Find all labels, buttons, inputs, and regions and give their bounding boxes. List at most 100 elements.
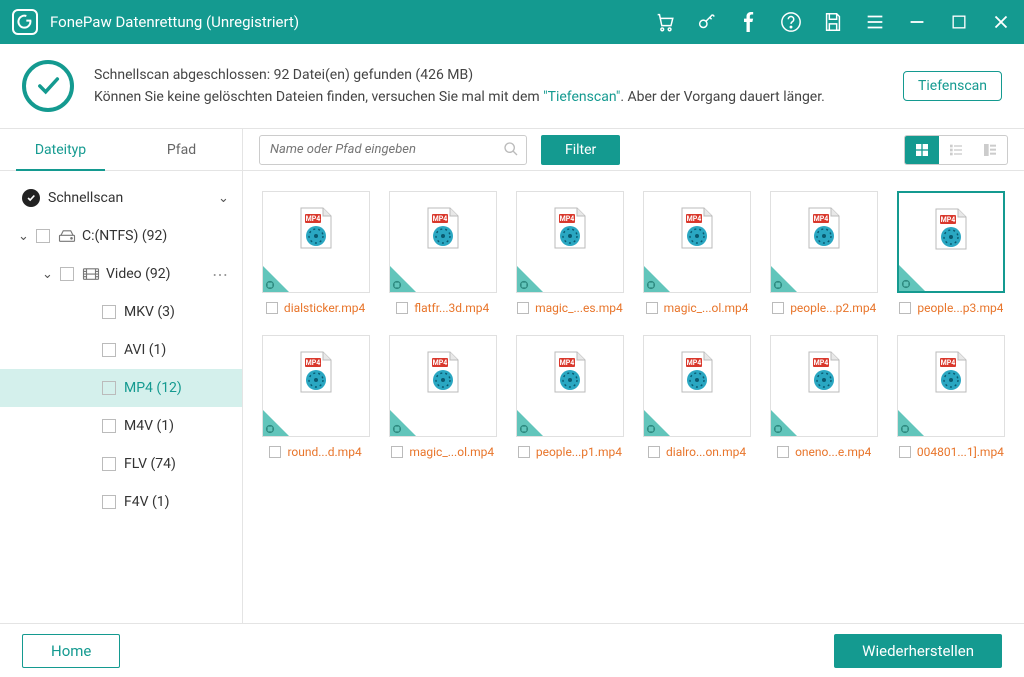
footer: Home Wiederherstellen	[0, 623, 1024, 677]
chevron-down-icon[interactable]: ⌄	[218, 191, 232, 206]
deep-scan-button[interactable]: Tiefenscan	[903, 71, 1002, 101]
tree: Schnellscan ⌄ ⌄ C:(NTFS) (92) ⌄ Video (9…	[0, 171, 242, 529]
tree-drive[interactable]: ⌄ C:(NTFS) (92)	[0, 217, 242, 255]
mp4-file-icon: MP4	[930, 207, 972, 255]
mp4-file-icon: MP4	[422, 350, 464, 398]
checkbox[interactable]	[102, 343, 116, 357]
close-icon[interactable]	[990, 11, 1012, 33]
chevron-down-icon[interactable]: ⌄	[18, 229, 32, 244]
file-checkbox[interactable]	[648, 446, 660, 458]
file-checkbox[interactable]	[772, 302, 784, 314]
chevron-down-icon[interactable]: ⌄	[42, 267, 56, 282]
file-thumbnail[interactable]: MP4	[897, 191, 1005, 293]
file-checkbox[interactable]	[899, 446, 911, 458]
tree-video[interactable]: ⌄ Video (92) ⋯	[0, 255, 242, 293]
file-name[interactable]: people...p1.mp4	[536, 445, 622, 459]
svg-text:MP4: MP4	[560, 359, 575, 367]
file-checkbox[interactable]	[517, 302, 529, 314]
checkbox[interactable]	[36, 229, 50, 243]
app-title: FonePaw Datenrettung (Unregistriert)	[50, 13, 299, 31]
checkbox[interactable]	[102, 457, 116, 471]
checkbox[interactable]	[60, 267, 74, 281]
tree-leaf-flv[interactable]: FLV (74)	[0, 445, 242, 483]
mp4-file-icon: MP4	[549, 350, 591, 398]
file-thumbnail[interactable]: MP4	[770, 335, 878, 437]
file-checkbox[interactable]	[646, 302, 658, 314]
file-name[interactable]: magic_...ol.mp4	[664, 301, 749, 315]
file-checkbox[interactable]	[391, 446, 403, 458]
home-button[interactable]: Home	[22, 634, 120, 668]
status-line2: Können Sie keine gelöschten Dateien find…	[94, 89, 825, 105]
more-icon[interactable]: ⋯	[212, 265, 232, 284]
view-grid-button[interactable]	[905, 136, 939, 164]
view-toggle	[904, 135, 1008, 165]
file-thumbnail[interactable]: MP4	[262, 335, 370, 437]
view-list-button[interactable]	[939, 136, 973, 164]
tree-leaf-mp4[interactable]: MP4 (12)	[0, 369, 242, 407]
svg-text:MP4: MP4	[941, 216, 956, 224]
file-grid: MP4 dialsticker.mp4 MP4 flatfr...3d.mp4 …	[259, 191, 1008, 459]
deep-scan-link[interactable]: "Tiefenscan"	[543, 89, 620, 105]
toolbar: Filter	[243, 129, 1024, 171]
view-detail-button[interactable]	[973, 136, 1007, 164]
file-card: MP4 magic_...es.mp4	[513, 191, 626, 315]
file-thumbnail[interactable]: MP4	[516, 335, 624, 437]
tree-quickscan[interactable]: Schnellscan ⌄	[0, 179, 242, 217]
file-thumbnail[interactable]: MP4	[770, 191, 878, 293]
file-name[interactable]: 004801...1].mp4	[917, 445, 1004, 459]
menu-icon[interactable]	[864, 11, 886, 33]
tab-path[interactable]: Pfad	[121, 129, 242, 170]
facebook-icon[interactable]	[738, 11, 760, 33]
file-name[interactable]: people...p2.mp4	[790, 301, 876, 315]
file-name[interactable]: oneno...e.mp4	[795, 445, 871, 459]
file-name[interactable]: magic_...ol.mp4	[409, 445, 494, 459]
tab-filetype[interactable]: Dateityp	[0, 129, 121, 170]
checkbox[interactable]	[102, 305, 116, 319]
mp4-file-icon: MP4	[295, 206, 337, 254]
search-input[interactable]	[259, 135, 527, 165]
tree-leaf-f4v[interactable]: F4V (1)	[0, 483, 242, 521]
svg-text:MP4: MP4	[432, 359, 447, 367]
svg-text:MP4: MP4	[687, 359, 702, 367]
checkbox[interactable]	[102, 419, 116, 433]
file-thumbnail[interactable]: MP4	[262, 191, 370, 293]
file-checkbox[interactable]	[899, 302, 911, 314]
file-card: MP4 004801...1].mp4	[895, 335, 1008, 459]
file-name[interactable]: magic_...es.mp4	[535, 301, 623, 315]
file-checkbox[interactable]	[518, 446, 530, 458]
file-name[interactable]: dialro...on.mp4	[666, 445, 746, 459]
file-thumbnail[interactable]: MP4	[643, 335, 751, 437]
cart-icon[interactable]	[654, 11, 676, 33]
file-name[interactable]: flatfr...3d.mp4	[414, 301, 489, 315]
file-checkbox[interactable]	[266, 302, 278, 314]
checkbox[interactable]	[102, 381, 116, 395]
file-name[interactable]: people...p3.mp4	[917, 301, 1003, 315]
maximize-icon[interactable]	[948, 11, 970, 33]
mp4-file-icon: MP4	[803, 206, 845, 254]
tree-leaf-mkv[interactable]: MKV (3)	[0, 293, 242, 331]
file-checkbox[interactable]	[777, 446, 789, 458]
file-thumbnail[interactable]: MP4	[516, 191, 624, 293]
search-icon[interactable]	[503, 141, 519, 161]
file-thumbnail[interactable]: MP4	[389, 335, 497, 437]
checkbox[interactable]	[102, 495, 116, 509]
key-icon[interactable]	[696, 11, 718, 33]
titlebar: FonePaw Datenrettung (Unregistriert)	[0, 0, 1024, 44]
tree-leaf-m4v[interactable]: M4V (1)	[0, 407, 242, 445]
file-checkbox[interactable]	[269, 446, 281, 458]
save-icon[interactable]	[822, 11, 844, 33]
mp4-file-icon: MP4	[549, 206, 591, 254]
file-name[interactable]: dialsticker.mp4	[284, 301, 365, 315]
tree-leaf-avi[interactable]: AVI (1)	[0, 331, 242, 369]
file-thumbnail[interactable]: MP4	[389, 191, 497, 293]
file-thumbnail[interactable]: MP4	[643, 191, 751, 293]
help-icon[interactable]	[780, 11, 802, 33]
recover-button[interactable]: Wiederherstellen	[834, 634, 1002, 668]
svg-text:MP4: MP4	[814, 215, 829, 223]
file-checkbox[interactable]	[396, 302, 408, 314]
minimize-icon[interactable]	[906, 11, 928, 33]
file-thumbnail[interactable]: MP4	[897, 335, 1005, 437]
file-name[interactable]: round...d.mp4	[287, 445, 361, 459]
filter-button[interactable]: Filter	[541, 135, 620, 165]
sidebar: Dateityp Pfad Schnellscan ⌄ ⌄ C:(NTFS) (…	[0, 129, 243, 623]
